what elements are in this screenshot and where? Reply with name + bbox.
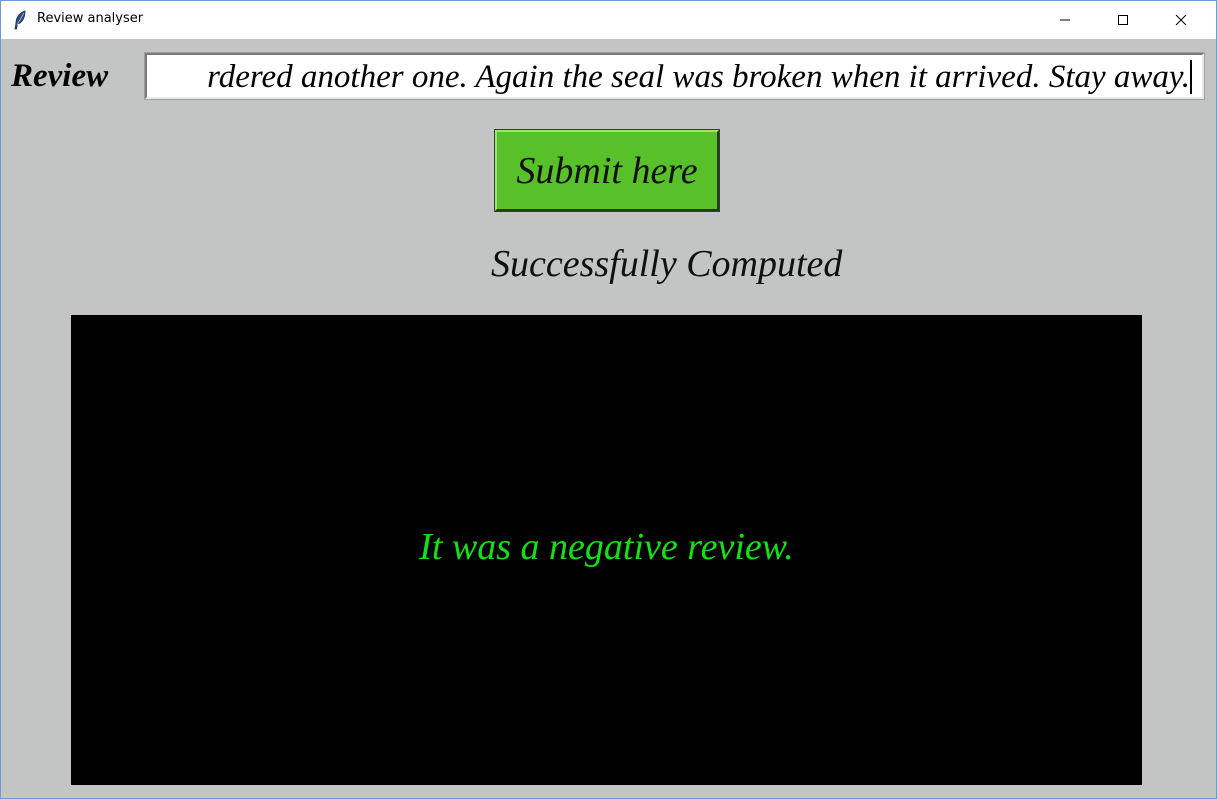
- result-panel: It was a negative review.: [71, 315, 1142, 785]
- app-window: Review analyser Review rdered another on…: [0, 0, 1217, 799]
- review-input-value: rdered another one. Again the seal was b…: [207, 59, 1190, 95]
- close-button[interactable]: [1152, 1, 1210, 39]
- minimize-icon: [1059, 14, 1071, 26]
- title-bar[interactable]: Review analyser: [1, 1, 1216, 39]
- review-label: Review: [11, 58, 109, 94]
- window-title: Review analyser: [37, 11, 144, 26]
- client-area: Review rdered another one. Again the sea…: [1, 39, 1216, 798]
- maximize-icon: [1117, 14, 1129, 26]
- close-icon: [1175, 14, 1187, 26]
- submit-button[interactable]: Submit here: [494, 129, 720, 212]
- minimize-button[interactable]: [1036, 1, 1094, 39]
- feather-icon: [13, 10, 27, 30]
- maximize-button[interactable]: [1094, 1, 1152, 39]
- status-message: Successfully Computed: [491, 243, 843, 285]
- review-input[interactable]: rdered another one. Again the seal was b…: [144, 52, 1205, 100]
- result-message: It was a negative review.: [419, 526, 794, 568]
- text-caret: [1190, 60, 1192, 94]
